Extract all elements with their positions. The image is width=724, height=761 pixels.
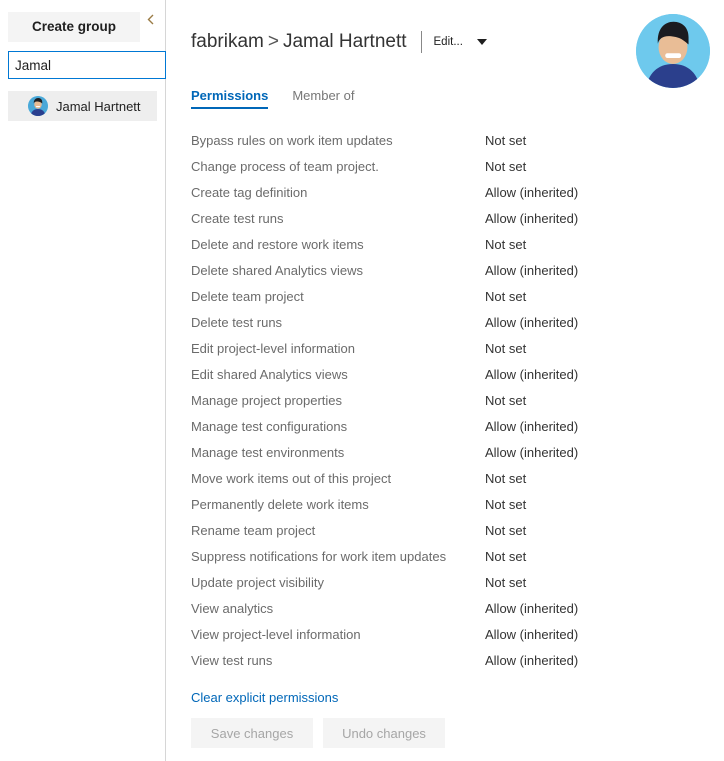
permission-value[interactable]: Allow (inherited) [485, 185, 578, 200]
table-row: Manage test configurations Allow (inherit… [191, 413, 631, 439]
table-row: Manage project properties Not set [191, 387, 631, 413]
divider [420, 31, 422, 53]
permission-value[interactable]: Allow (inherited) [485, 367, 578, 382]
permission-name: Update project visibility [191, 574, 324, 590]
permission-value[interactable]: Not set [485, 497, 526, 512]
permission-value[interactable]: Not set [485, 341, 526, 356]
permission-value[interactable]: Allow (inherited) [485, 315, 578, 330]
table-row: View project-level information Allow (inh… [191, 621, 631, 647]
avatar [28, 96, 48, 116]
permission-name: Edit shared Analytics views [191, 366, 348, 382]
permission-name: Create tag definition [191, 184, 308, 200]
table-row: Move work items out of this project Not s… [191, 465, 631, 491]
list-item[interactable]: Jamal Hartnett [8, 91, 157, 121]
permission-name: Manage test configurations [191, 418, 348, 434]
table-row: Manage test environments Allow (inherited… [191, 439, 631, 465]
permission-value[interactable]: Not set [485, 575, 526, 590]
permission-name: Create test runs [191, 210, 284, 226]
permissions-table: Bypass rules on work item updates Not set… [191, 127, 631, 673]
permission-value[interactable]: Not set [485, 471, 526, 486]
permission-value[interactable]: Not set [485, 159, 526, 174]
tab-member-of[interactable]: Member of [292, 88, 354, 107]
permission-value[interactable]: Not set [485, 393, 526, 408]
permission-name: Manage project properties [191, 392, 343, 408]
table-row: Create tag definition Allow (inherited) [191, 179, 631, 205]
sidebar: Create group Jamal Har [0, 0, 166, 761]
table-row: Edit shared Analytics views Allow (inheri… [191, 361, 631, 387]
permission-value[interactable]: Allow (inherited) [485, 653, 578, 668]
permission-name: Permanently delete work items [191, 496, 369, 512]
user-avatar-large[interactable] [636, 14, 710, 88]
table-row: Rename team project Not set [191, 517, 631, 543]
permissions-page: Create group Jamal Har [0, 0, 724, 761]
edit-dropdown-label: Edit... [433, 36, 463, 48]
breadcrumb-org[interactable]: fabrikam [191, 31, 264, 53]
breadcrumb-separator: > [267, 31, 279, 52]
permission-name: Rename team project [191, 522, 316, 538]
table-row: Edit project-level information Not set [191, 335, 631, 361]
permission-name: Suppress notifications for work item upd… [191, 548, 447, 564]
table-row: Change process of team project. Not set [191, 153, 631, 179]
permission-value[interactable]: Allow (inherited) [485, 419, 578, 434]
permission-value[interactable]: Allow (inherited) [485, 211, 578, 226]
permission-value[interactable]: Not set [485, 549, 526, 564]
permission-name: Delete and restore work items [191, 236, 364, 252]
user-avatar-icon [28, 96, 48, 116]
permission-value[interactable]: Not set [485, 289, 526, 304]
table-row: Delete shared Analytics views Allow (inhe… [191, 257, 631, 283]
member-results-list: Jamal Hartnett [8, 91, 157, 121]
table-row: Create test runs Allow (inherited) [191, 205, 631, 231]
permission-name: View analytics [191, 600, 274, 616]
permission-name: View project-level information [191, 626, 361, 642]
permission-value[interactable]: Allow (inherited) [485, 627, 578, 642]
search-container [8, 51, 166, 79]
edit-dropdown-button[interactable]: Edit... [434, 36, 487, 48]
permission-value[interactable]: Allow (inherited) [485, 263, 578, 278]
permission-value[interactable]: Not set [485, 237, 526, 252]
table-row: Delete and restore work items Not set [191, 231, 631, 257]
table-row: Bypass rules on work item updates Not set [191, 127, 631, 153]
permission-name: Edit project-level information [191, 340, 356, 356]
permission-name: View test runs [191, 652, 273, 668]
action-buttons: Save changes Undo changes [191, 718, 445, 748]
list-item-label: Jamal Hartnett [56, 98, 141, 114]
collapse-sidebar-button[interactable] [143, 10, 157, 28]
permission-name: Delete team project [191, 288, 304, 304]
permission-name: Bypass rules on work item updates [191, 132, 393, 148]
create-group-button[interactable]: Create group [8, 12, 140, 42]
table-row: Delete test runs Allow (inherited) [191, 309, 631, 335]
table-row: View test runs Allow (inherited) [191, 647, 631, 673]
user-avatar-icon [636, 14, 710, 88]
save-changes-button[interactable]: Save changes [191, 718, 313, 748]
breadcrumb: fabrikam > Jamal Hartnett Edit... [191, 28, 487, 56]
tab-permissions[interactable]: Permissions [191, 88, 269, 109]
clear-explicit-permissions-link[interactable]: Clear explicit permissions [191, 690, 338, 705]
chevron-down-icon [476, 39, 487, 45]
permission-name: Change process of team project. [191, 158, 379, 174]
chevron-left-icon [147, 14, 153, 24]
permission-value[interactable]: Allow (inherited) [485, 601, 578, 616]
permission-name: Move work items out of this project [191, 470, 392, 486]
search-input[interactable] [8, 51, 166, 79]
table-row: Suppress notifications for work item upd… [191, 543, 631, 569]
permission-name: Delete shared Analytics views [191, 262, 363, 278]
main-content: fabrikam > Jamal Hartnett Edit... Permis… [166, 0, 724, 761]
permission-value[interactable]: Not set [485, 133, 526, 148]
table-row: View analytics Allow (inherited) [191, 595, 631, 621]
page-title: Jamal Hartnett [282, 31, 407, 52]
permission-name: Manage test environments [191, 444, 345, 460]
undo-changes-button[interactable]: Undo changes [323, 718, 445, 748]
table-row: Delete team project Not set [191, 283, 631, 309]
permission-name: Delete test runs [191, 314, 283, 330]
table-row: Permanently delete work items Not set [191, 491, 631, 517]
permission-value[interactable]: Allow (inherited) [485, 445, 578, 460]
tab-bar: Permissions Member of [191, 88, 354, 109]
table-row: Update project visibility Not set [191, 569, 631, 595]
permission-value[interactable]: Not set [485, 523, 526, 538]
